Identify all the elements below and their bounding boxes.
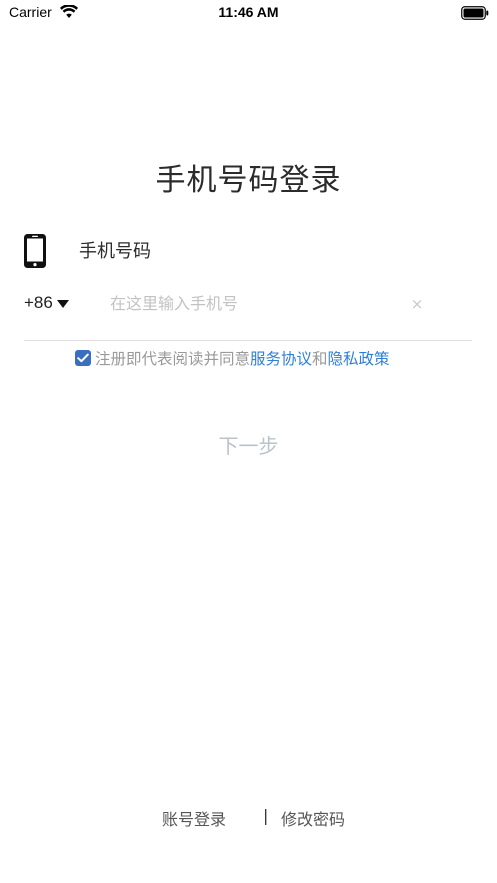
privacy-policy-link[interactable]: 隐私政策 bbox=[328, 347, 390, 369]
footer-separator: | bbox=[263, 806, 269, 825]
country-code-selector[interactable]: +86 bbox=[24, 293, 69, 313]
battery-icon bbox=[461, 5, 489, 24]
agreement-conjunction: 和 bbox=[312, 350, 328, 368]
caret-down-icon bbox=[56, 293, 69, 313]
next-step-button[interactable]: 下一步 bbox=[0, 430, 497, 459]
change-password-link[interactable]: 修改密码 bbox=[281, 806, 345, 830]
phone-field-label: 手机号码 bbox=[79, 241, 151, 262]
phone-number-input[interactable] bbox=[110, 290, 400, 316]
checkbox-icon[interactable] bbox=[75, 350, 91, 366]
phone-icon bbox=[24, 234, 46, 272]
status-time: 11:46 AM bbox=[218, 4, 279, 20]
status-bar: Carrier 11:46 AM bbox=[0, 0, 497, 26]
agreement-prefix: 注册即代表阅读并同意 bbox=[95, 350, 251, 368]
clear-icon[interactable]: × bbox=[410, 296, 424, 312]
page-title: 手机号码登录 bbox=[155, 163, 342, 198]
country-code-value: +86 bbox=[24, 293, 53, 312]
service-agreement-link[interactable]: 服务协议 bbox=[250, 347, 312, 369]
account-login-link[interactable]: 账号登录 bbox=[162, 806, 226, 830]
agreement-row: 注册即代表阅读并同意 服务协议 和 隐私政策 bbox=[75, 347, 390, 369]
input-divider bbox=[24, 340, 472, 341]
